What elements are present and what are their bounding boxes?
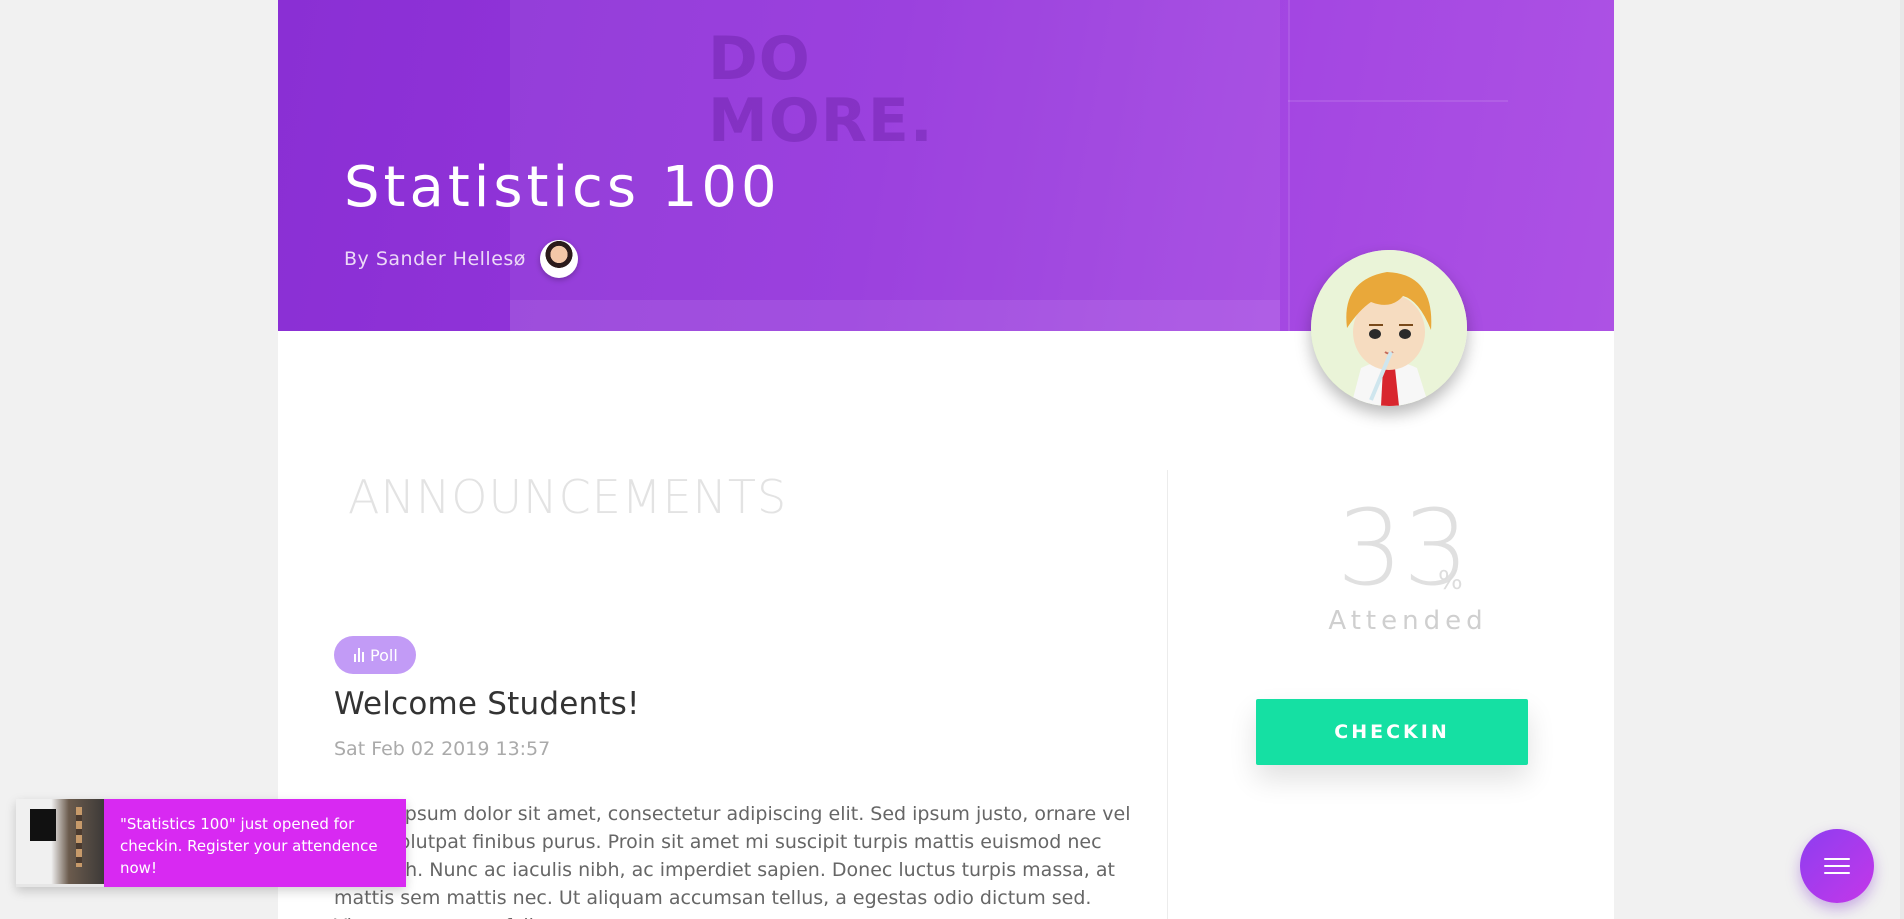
post-body: Lorem ipsum dolor sit amet, consectetur … bbox=[334, 803, 1131, 919]
notification-message: "Statistics 100" just opened for checkin… bbox=[120, 815, 378, 877]
checkin-notification[interactable]: "Statistics 100" just opened for checkin… bbox=[16, 799, 406, 887]
hero-desk bbox=[510, 300, 1280, 331]
hero-shelf bbox=[1288, 0, 1290, 331]
anime-character-avatar bbox=[1311, 250, 1467, 406]
menu-button[interactable] bbox=[1800, 829, 1874, 903]
course-title: Statistics 100 bbox=[344, 155, 781, 220]
notification-thumbnail bbox=[16, 799, 104, 887]
hero-sign: DO MORE. bbox=[708, 24, 934, 156]
post-date: Sat Feb 02 2019 13:57 bbox=[334, 738, 551, 760]
menu-icon bbox=[1824, 853, 1850, 879]
column-divider bbox=[1167, 470, 1168, 919]
course-page: DO MORE. Statistics 100 By Sander Helles… bbox=[278, 0, 1614, 919]
author-name: By Sander Hellesø bbox=[344, 248, 526, 270]
poll-badge-label: Poll bbox=[370, 645, 398, 665]
checkin-button[interactable]: CHECKIN bbox=[1256, 699, 1528, 765]
poll-badge[interactable]: Poll bbox=[334, 636, 416, 674]
author-avatar[interactable] bbox=[539, 240, 578, 278]
page-scrollbar[interactable] bbox=[1900, 0, 1904, 919]
poll-bars-icon bbox=[354, 648, 364, 662]
section-heading: ANNOUNCEMENTS bbox=[348, 470, 788, 524]
course-byline: By Sander Hellesø bbox=[344, 240, 578, 278]
hero-shelf-board bbox=[1288, 100, 1508, 102]
attendance-label: Attended bbox=[1328, 606, 1488, 636]
course-avatar bbox=[1311, 250, 1467, 406]
post-title[interactable]: Welcome Students! bbox=[334, 686, 640, 722]
attendance-unit: % bbox=[1438, 566, 1463, 596]
